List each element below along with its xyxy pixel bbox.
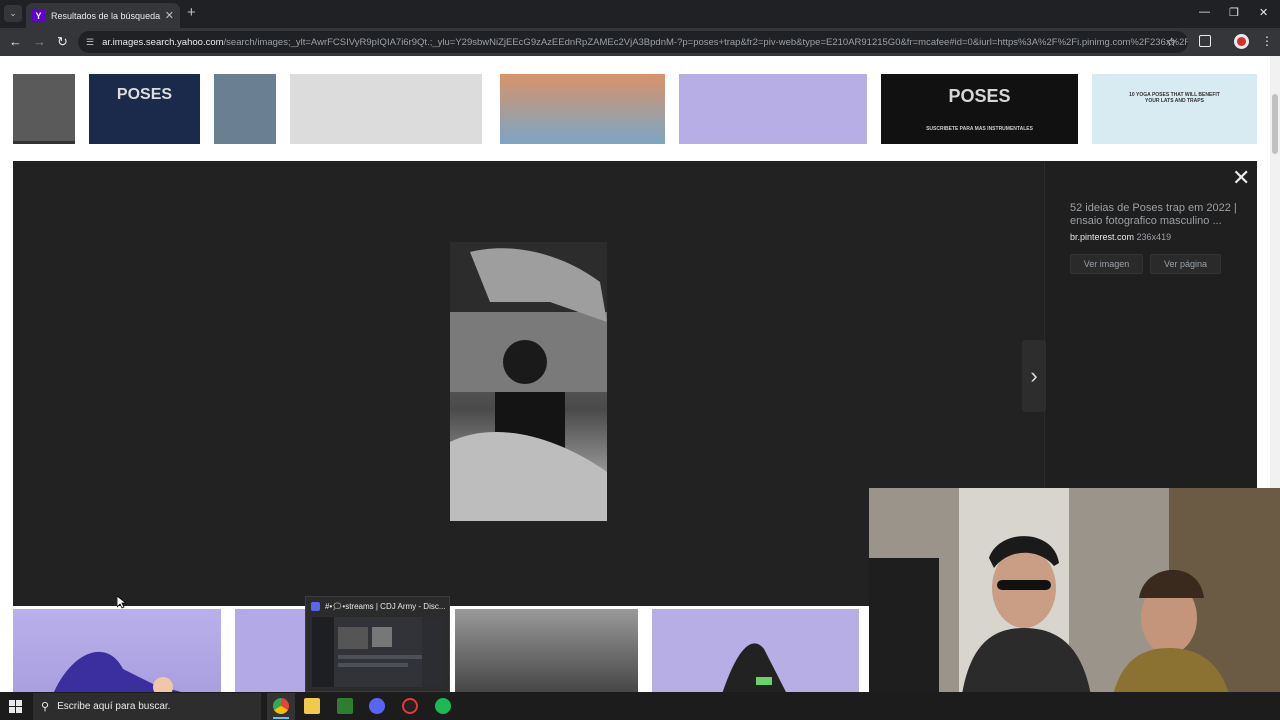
site-info-icon[interactable]: ☰ [86,37,94,48]
windows-start-icon[interactable] [9,700,22,713]
tab-search-button[interactable]: ⌄ [4,5,22,22]
thumb-bottom-2[interactable] [235,609,305,692]
new-tab-button[interactable]: + [187,5,196,21]
image-title[interactable]: 52 ideias de Poses trap em 2022 | ensaio… [1070,202,1245,228]
spotify-icon[interactable] [435,698,451,714]
mouse-cursor-icon [117,596,126,609]
chrome-icon[interactable] [273,698,289,714]
thumbnail-strip: POSES POSES SUSCRIBETE PARA MAS INSTRUME… [0,74,1270,144]
window-close-icon[interactable]: ✕ [1259,6,1268,19]
search-icon: ⚲ [41,701,50,713]
image-dimensions: 236x419 [1136,232,1172,242]
reload-icon[interactable]: ↻ [57,34,68,50]
preview-title: #•🗯•streams | CDJ Army - Disc... [306,597,449,615]
preview-art [312,617,444,687]
close-viewer-icon[interactable]: ✕ [1232,167,1250,189]
photo-art [450,242,607,521]
thumb-yoga-lats[interactable]: 10 YOGA POSES THAT WILL BENEFIT YOUR LAT… [1092,74,1257,144]
thumb-caption: POSES [948,86,1011,106]
thumb-bottom-1[interactable] [13,609,221,692]
taskbar-search[interactable]: ⚲ Escribe aquí para buscar. [33,693,261,720]
taskbar-active-indicator [273,717,289,719]
active-tab[interactable]: Y Resultados de la búsqueda de imágenes … [26,3,180,28]
back-icon[interactable]: ← [9,34,22,50]
tab-strip: ⌄ Y Resultados de la búsqueda de imágene… [0,0,1280,28]
forward-icon[interactable]: → [33,34,46,50]
file-explorer-icon[interactable] [304,698,320,714]
preview-thumbnail[interactable] [312,617,444,687]
yahoo-favicon-icon: Y [32,9,45,22]
thumb-caption: POSES [116,86,173,103]
view-image-button[interactable]: Ver imagen [1070,254,1143,274]
thumb-bottom-4[interactable] [652,609,859,692]
thumb-yoga-purple[interactable] [679,74,867,144]
thumb-1[interactable] [13,74,75,144]
yoga-figure-art [54,651,181,692]
thumb-3[interactable] [214,74,276,144]
extensions-icon[interactable] [1199,35,1211,47]
menu-icon[interactable]: ⋮ [1261,34,1273,48]
thumb-muscles[interactable] [290,74,482,144]
preview-image[interactable] [450,242,607,521]
profile-avatar[interactable] [1234,34,1249,49]
minimize-icon[interactable]: — [1199,6,1210,18]
discord-icon [311,601,320,611]
image-source: br.pinterest.com 236x419 [1070,232,1171,242]
thumb-poses-2[interactable]: POSES SUSCRIBETE PARA MAS INSTRUMENTALES [881,74,1078,144]
thumb-yoga-mat[interactable] [500,74,665,144]
app-icon-5[interactable] [402,698,418,714]
url-text: ar.images.search.yahoo.com/search/images… [102,36,1188,48]
thumb-caption: 10 YOGA POSES THAT WILL BENEFIT YOUR LAT… [1129,92,1220,104]
taskbar-window-preview[interactable]: #•🗯•streams | CDJ Army - Disc... [305,596,450,692]
thumb-poses-1[interactable]: POSES [89,74,200,144]
next-image-button[interactable]: › [1022,340,1046,412]
thumb-subcaption: SUSCRIBETE PARA MAS INSTRUMENTALES [926,126,1033,132]
bookmark-star-icon[interactable]: ☆ [1166,35,1177,49]
view-page-button[interactable]: Ver página [1150,254,1221,274]
source-domain[interactable]: br.pinterest.com [1070,232,1134,242]
yoga-figure-art [722,643,786,692]
address-bar[interactable]: ☰ ar.images.search.yahoo.com/search/imag… [78,31,1188,53]
scrollbar-thumb[interactable] [1272,94,1278,154]
thumb-bottom-3[interactable] [455,609,638,692]
tab-close-icon[interactable]: ✕ [165,9,174,22]
taskbar-search-placeholder: Escribe aquí para buscar. [57,701,171,712]
discord-taskbar-icon[interactable] [369,698,385,714]
webcam-art [869,488,1280,720]
restore-icon[interactable]: ❐ [1229,6,1239,19]
webcam-overlay [869,488,1280,720]
tab-title: Resultados de la búsqueda de imágenes [51,10,161,21]
app-icon-3[interactable] [337,698,353,714]
